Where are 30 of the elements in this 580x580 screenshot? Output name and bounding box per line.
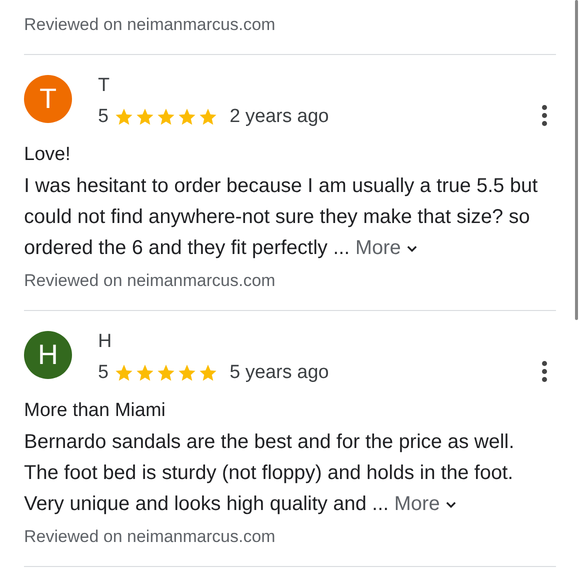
review-time: 2 years ago (230, 104, 329, 129)
star-icon (198, 363, 218, 383)
avatar: H (24, 331, 72, 379)
review-source: Reviewed on neimanmarcus.com (24, 14, 276, 36)
review-text: Bernardo sandals are the best and for the price as well. The foot bed is sturdy (not floppy) and holds in the foot. Very unique and looks high quality and ... More (24, 427, 556, 520)
star-icon (156, 363, 176, 383)
star-icon (176, 363, 197, 383)
review-source: Reviewed on neimanmarcus.com (24, 270, 276, 292)
scrollbar[interactable] (575, 0, 578, 320)
more-options-icon[interactable] (540, 361, 548, 382)
review-source: Reviewed on neimanmarcus.com (24, 526, 276, 548)
star-icon (114, 363, 134, 383)
star-icon (156, 107, 176, 127)
more-link[interactable]: More (355, 233, 419, 264)
more-options-icon[interactable] (540, 105, 548, 126)
star-icon (114, 107, 134, 127)
review-text: I was hesitant to order because I am usually a true 5.5 but could not find anywhere-not sure they make that size? so ordered the 6 and they fit perfectly ... More (24, 171, 556, 264)
star-icon (176, 107, 197, 127)
avatar: T (24, 75, 72, 123)
star-icon (134, 363, 155, 383)
reviewer-name: H (98, 330, 113, 354)
star-icon (198, 107, 218, 127)
star-icon (134, 107, 155, 127)
more-link[interactable]: More (394, 489, 458, 520)
review-title: More than Miami (24, 399, 166, 423)
reviewer-name: T (98, 74, 111, 98)
review-title: Love! (24, 143, 72, 167)
rating-value: 5 (98, 360, 109, 385)
rating-value: 5 (98, 104, 109, 129)
review-time: 5 years ago (230, 360, 329, 385)
